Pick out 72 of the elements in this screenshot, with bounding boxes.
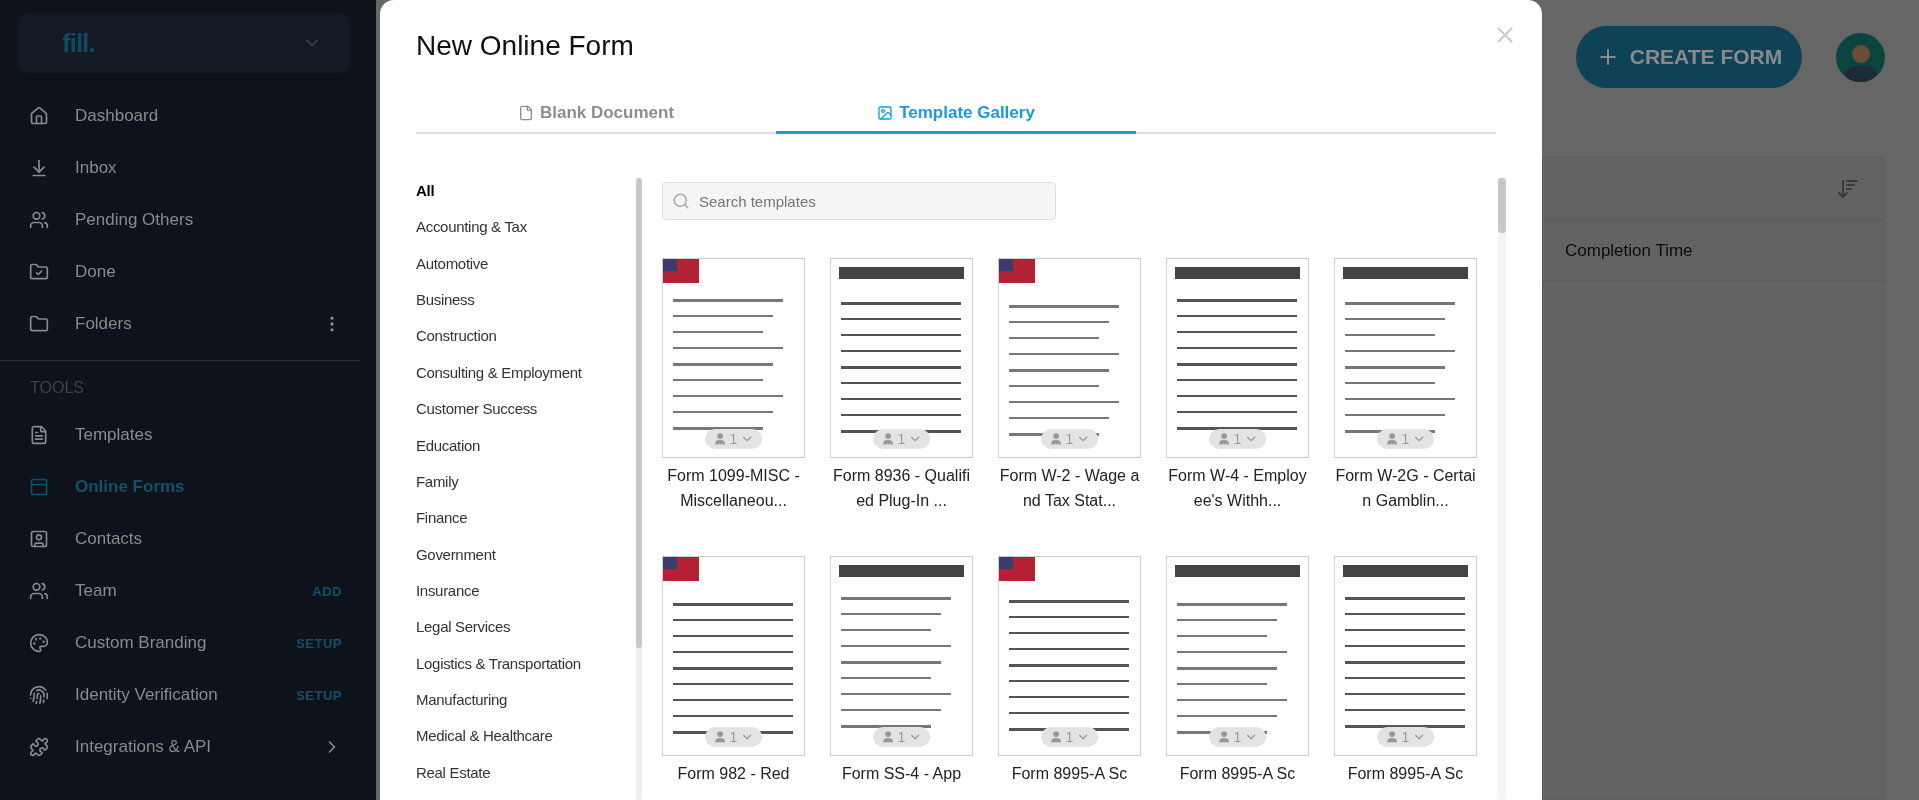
- create-form-button[interactable]: CREATE FORM: [1576, 26, 1802, 88]
- category-item[interactable]: Logistics & Transportation: [416, 654, 636, 692]
- sidebar-item[interactable]: Contacts: [0, 513, 376, 565]
- gallery-icon: [877, 104, 894, 121]
- person-icon: [712, 730, 727, 744]
- category-item[interactable]: Legal Services: [416, 618, 636, 655]
- sidebar-item[interactable]: Folders: [0, 298, 376, 350]
- tab[interactable]: Blank Document: [416, 94, 776, 134]
- modal-title: New Online Form: [416, 30, 635, 62]
- sidebar-item-icon: [29, 210, 49, 230]
- sidebar-item-icon: [29, 262, 49, 282]
- sidebar-item-icon: [29, 477, 49, 497]
- person-icon: [1216, 730, 1231, 744]
- category-item[interactable]: Business: [416, 291, 636, 328]
- sidebar-item[interactable]: Done: [0, 246, 376, 298]
- template-title: Form 8936 - Qualified Plug-In ...: [832, 466, 971, 511]
- sidebar-item[interactable]: Identity Verification SETUP: [0, 669, 376, 721]
- template-title: Form SS-4 - App: [840, 764, 963, 784]
- category-item[interactable]: Consulting & Employment: [416, 363, 636, 401]
- template-title: Form W-2 - Wage and Tax Stat...: [998, 466, 1141, 511]
- category-item[interactable]: Real Estate: [416, 763, 636, 800]
- document-icon: [517, 104, 534, 121]
- template-title: Form W-4 - Employee's Withh...: [1167, 466, 1308, 511]
- sidebar-item-icon: [29, 314, 49, 334]
- person-icon: [1216, 432, 1231, 446]
- sidebar-item[interactable]: Inbox: [0, 142, 376, 194]
- template-title: Form W-2G - Certain Gamblin...: [1334, 466, 1477, 511]
- category-item[interactable]: Automotive: [416, 254, 636, 292]
- category-item[interactable]: Manufacturing: [416, 691, 636, 728]
- sidebar-item[interactable]: Team ADD: [0, 565, 376, 617]
- sidebar-item[interactable]: Custom Branding SETUP: [0, 617, 376, 669]
- scrollbar[interactable]: [1498, 178, 1506, 800]
- sidebar-item-icon: [29, 581, 49, 601]
- column-header: Completion Time: [1543, 220, 1884, 282]
- template-title: Form 1099-MISC - Miscellaneou...: [666, 466, 801, 511]
- category-item[interactable]: Education: [416, 436, 636, 473]
- person-icon: [880, 432, 895, 446]
- sidebar-item-icon: [29, 529, 49, 549]
- person-icon: [880, 730, 895, 744]
- search-icon: [672, 192, 690, 210]
- category-item[interactable]: Customer Success: [416, 400, 636, 437]
- sidebar-item[interactable]: Pending Others: [0, 194, 376, 246]
- category-item[interactable]: All: [416, 182, 636, 219]
- category-item[interactable]: Medical & Healthcare: [416, 727, 636, 764]
- tab[interactable]: Template Gallery: [776, 94, 1136, 134]
- category-item[interactable]: Insurance: [416, 581, 636, 619]
- person-icon: [1048, 432, 1063, 446]
- sidebar-item[interactable]: Dashboard: [0, 90, 376, 142]
- search-field[interactable]: Search templates: [662, 182, 1056, 220]
- category-item[interactable]: Accounting & Tax: [416, 218, 636, 255]
- category-item[interactable]: Construction: [416, 327, 636, 364]
- scrollbar[interactable]: [636, 178, 642, 800]
- template-title: Form 8995-A Sc: [1010, 764, 1129, 784]
- category-item[interactable]: Finance: [416, 509, 636, 546]
- template-title: Form 8995-A Sc: [1178, 764, 1297, 784]
- sidebar-item-icon: [29, 158, 49, 178]
- person-icon: [1384, 432, 1399, 446]
- template-title: Form 8995-A Sc: [1346, 764, 1465, 784]
- person-icon: [1384, 730, 1399, 744]
- category-item[interactable]: Family: [416, 472, 636, 510]
- sidebar-item-icon: [29, 425, 49, 445]
- person-icon: [1048, 730, 1063, 744]
- category-item[interactable]: Government: [416, 545, 636, 582]
- sidebar-item-icon: [29, 685, 49, 705]
- person-icon: [712, 432, 727, 446]
- template-title: Form 982 - Red: [676, 764, 791, 784]
- sidebar-item-icon: [29, 737, 49, 757]
- sidebar-item-icon: [29, 633, 49, 653]
- sidebar-item[interactable]: Templates: [0, 409, 376, 461]
- sidebar-item-icon: [29, 106, 49, 126]
- avatar[interactable]: [1836, 32, 1885, 82]
- sidebar-item[interactable]: Integrations & API: [0, 721, 376, 773]
